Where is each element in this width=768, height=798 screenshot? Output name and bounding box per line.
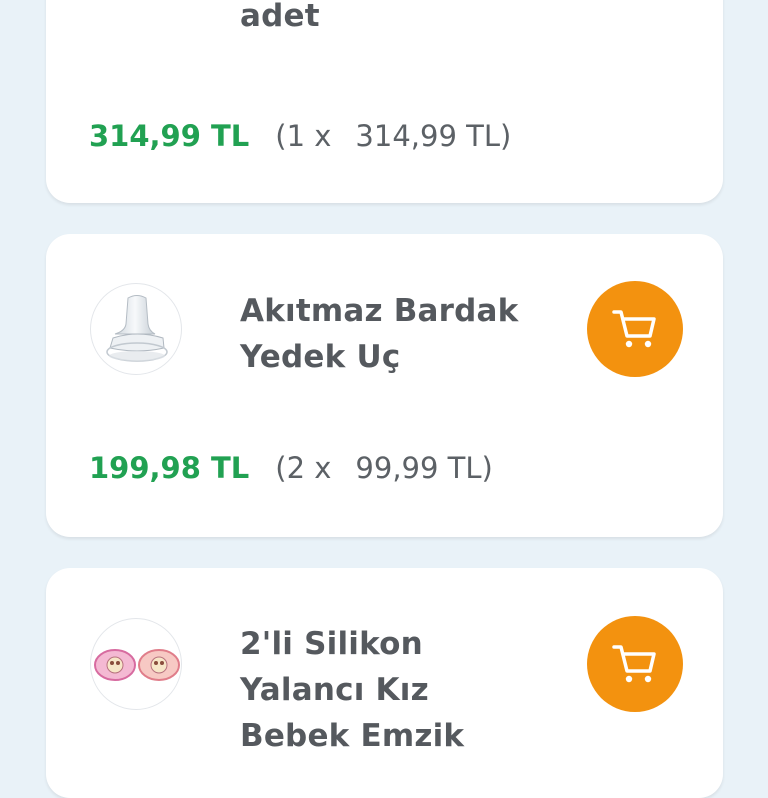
add-to-cart-button[interactable] (587, 616, 683, 712)
pacifier-image (94, 649, 180, 681)
product-title[interactable]: 2'li Silikon Yalancı Kız Bebek Emzik (240, 621, 464, 759)
unit-price: 314,99 TL) (355, 119, 512, 153)
add-to-cart-button[interactable] (587, 281, 683, 377)
product-image[interactable] (90, 283, 182, 375)
unit-price: 99,99 TL) (355, 451, 493, 485)
sippy-spout-image (106, 295, 168, 362)
total-price: 199,98 TL (89, 451, 250, 485)
shopping-cart-icon (612, 645, 656, 683)
cart-item-card: 2'li Silikon Yalancı Kız Bebek Emzik (46, 568, 723, 798)
quantity-label: (2 x (275, 451, 332, 485)
shopping-cart-icon (612, 310, 656, 348)
quantity-label: (1 x (275, 119, 332, 153)
price-row: 314,99 TL (1 x 314,99 TL) (89, 116, 511, 156)
cart-item-card: Akıtmaz Bardak Yedek Uç 199,98 TL (2 x 99,… (46, 234, 723, 537)
product-title[interactable]: adet (240, 0, 320, 39)
price-row: 199,98 TL (2 x 99,99 TL) (89, 448, 493, 488)
total-price: 314,99 TL (89, 119, 250, 153)
product-title[interactable]: Akıtmaz Bardak Yedek Uç (240, 288, 518, 380)
product-image[interactable] (90, 618, 182, 710)
cart-item-card: adet 314,99 TL (1 x 314,99 TL) (46, 0, 723, 203)
